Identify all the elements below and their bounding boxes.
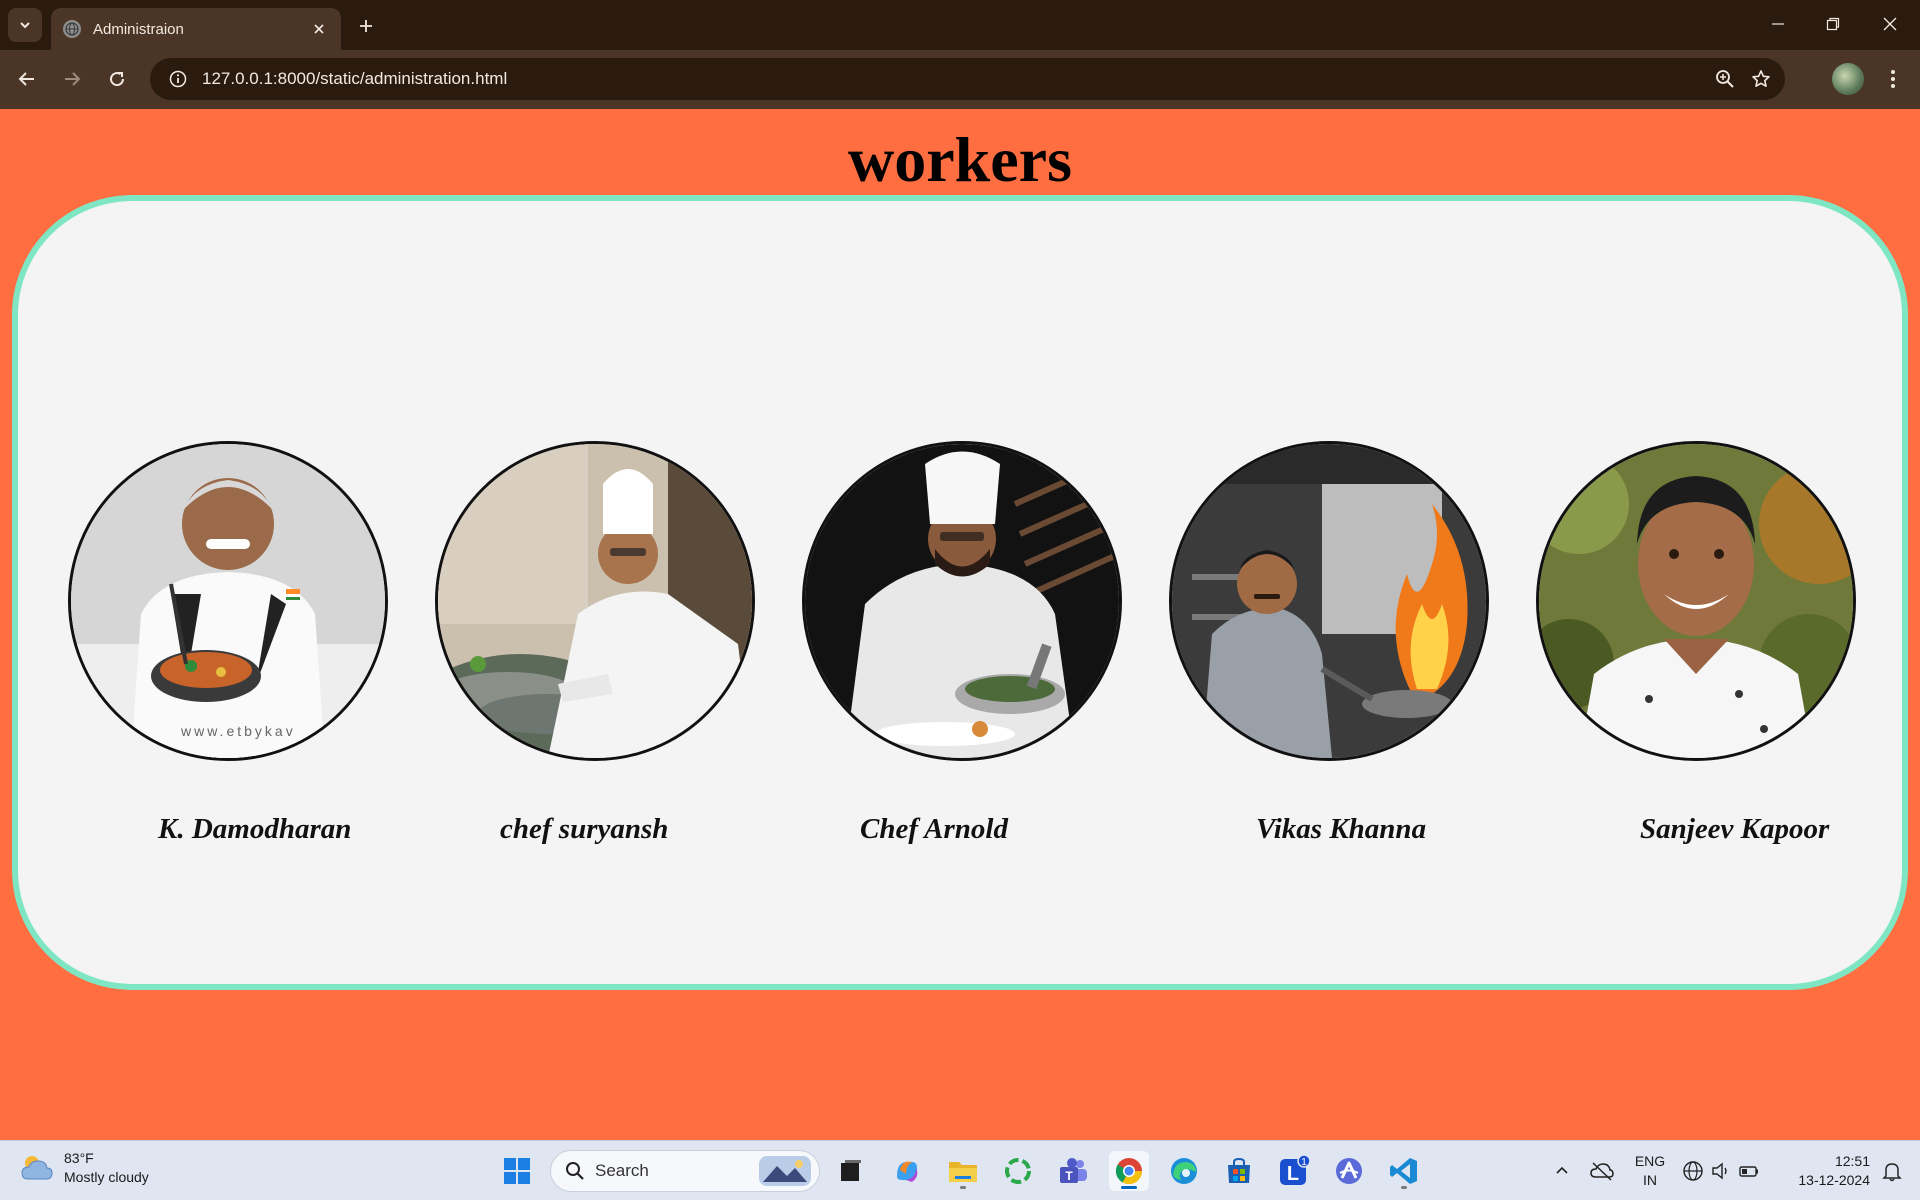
worker-photo-chef-arnold (802, 441, 1122, 761)
start-icon[interactable] (497, 1151, 537, 1191)
search-highlight-icon (759, 1156, 811, 1186)
language-indicator[interactable]: ENG IN (1630, 1152, 1670, 1190)
taskbar-search-placeholder: Search (595, 1161, 649, 1180)
forward-button[interactable] (55, 62, 89, 96)
taskbar: 83°F Mostly cloudy Search T L1 ENG IN 12… (0, 1140, 1920, 1200)
worker-photo-k-damodharan: www.etbykav (68, 441, 388, 761)
worker-name-k-damodharan: K. Damodharan (158, 813, 352, 845)
address-bar[interactable]: 127.0.0.1:8000/static/administration.htm… (150, 58, 1785, 100)
globe-icon (63, 20, 81, 38)
minimize-button[interactable] (1760, 8, 1796, 40)
url-text[interactable]: 127.0.0.1:8000/static/administration.htm… (202, 69, 1707, 89)
reload-button[interactable] (100, 62, 134, 96)
open-indicator (960, 1186, 966, 1189)
worker-photo-vikas-khanna (1169, 441, 1489, 761)
close-window-button[interactable] (1872, 8, 1908, 40)
cloudy-weather-icon (21, 1156, 53, 1180)
restore-icon (1826, 17, 1840, 31)
reload-icon (110, 72, 125, 87)
minimize-icon (1772, 23, 1784, 25)
teams-icon[interactable]: T (1053, 1151, 1093, 1191)
svg-text:T: T (1065, 1169, 1073, 1183)
taskbar-search-box[interactable]: Search (550, 1150, 820, 1192)
battery-icon (1739, 1166, 1758, 1177)
clock[interactable]: 12:51 13-12-2024 (1780, 1152, 1870, 1190)
copilot-icon[interactable] (887, 1151, 927, 1191)
worker-name-vikas-khanna: Vikas Khanna (1256, 813, 1427, 845)
browser-menu-button[interactable] (1876, 62, 1910, 96)
arc-icon[interactable] (1329, 1151, 1369, 1191)
active-indicator (1121, 1186, 1137, 1189)
restore-button[interactable] (1815, 8, 1851, 40)
weather-description: Mostly cloudy (64, 1169, 149, 1185)
chrome-icon[interactable] (1109, 1151, 1149, 1191)
workers-card: www.etbykav K. Damodharan chef suryansh (12, 195, 1908, 990)
app-l-icon[interactable]: L1 (1274, 1151, 1314, 1191)
volume-icon (1712, 1162, 1727, 1180)
system-tray-group[interactable] (1676, 1151, 1766, 1191)
browser-tab-bar: Administraion (0, 0, 1920, 50)
back-button[interactable] (10, 62, 44, 96)
bookmark-star-icon[interactable] (1743, 61, 1779, 97)
kebab-menu-icon (1891, 70, 1895, 88)
browser-toolbar: 127.0.0.1:8000/static/administration.htm… (0, 50, 1920, 109)
store-icon[interactable] (1219, 1151, 1259, 1191)
region-code: IN (1643, 1172, 1657, 1188)
chevron-down-icon (20, 22, 30, 29)
svg-text:L: L (1287, 1163, 1299, 1185)
tab-title: Administraion (93, 20, 184, 38)
tab-administration[interactable]: Administraion (51, 8, 341, 50)
page-title: workers (848, 124, 1072, 195)
notification-bell-icon[interactable] (1872, 1151, 1912, 1191)
worker-name-chef-suryansh: chef suryansh (500, 813, 669, 845)
clock-date: 13-12-2024 (1798, 1172, 1870, 1188)
profile-avatar[interactable] (1832, 63, 1864, 95)
tab-search-button[interactable] (8, 8, 42, 42)
vscode-icon[interactable] (1384, 1151, 1424, 1191)
chevron-up-icon[interactable] (1542, 1151, 1582, 1191)
edge-icon[interactable] (1164, 1151, 1204, 1191)
plus-icon (360, 20, 372, 32)
worker-name-sanjeev-kapoor: Sanjeev Kapoor (1640, 813, 1830, 845)
info-icon[interactable] (158, 59, 198, 99)
close-icon[interactable] (309, 19, 329, 39)
close-icon (1883, 17, 1897, 31)
worker-photo-chef-suryansh (435, 441, 755, 761)
photo-watermark-text: www.etbykav (180, 723, 296, 739)
onedrive-offline-icon[interactable] (1582, 1151, 1622, 1191)
notification-badge: 1 (1301, 1157, 1307, 1168)
zoom-icon[interactable] (1707, 61, 1743, 97)
new-tab-button[interactable] (352, 12, 380, 40)
weather-temperature: 83°F (64, 1150, 94, 1166)
open-indicator (1401, 1186, 1407, 1189)
language-code: ENG (1634, 1153, 1666, 1169)
clock-time: 12:51 (1834, 1153, 1870, 1169)
globe-icon (1683, 1161, 1703, 1181)
task-view-icon[interactable] (831, 1151, 871, 1191)
sync-app-icon[interactable] (998, 1151, 1038, 1191)
weather-widget[interactable]: 83°F Mostly cloudy (20, 1149, 149, 1187)
file-explorer-icon[interactable] (943, 1151, 983, 1191)
worker-name-chef-arnold: Chef Arnold (860, 813, 1008, 845)
arrow-right-icon (65, 72, 81, 86)
worker-photo-sanjeev-kapoor (1536, 441, 1856, 761)
search-icon (566, 1162, 584, 1180)
arrow-left-icon (18, 72, 34, 86)
